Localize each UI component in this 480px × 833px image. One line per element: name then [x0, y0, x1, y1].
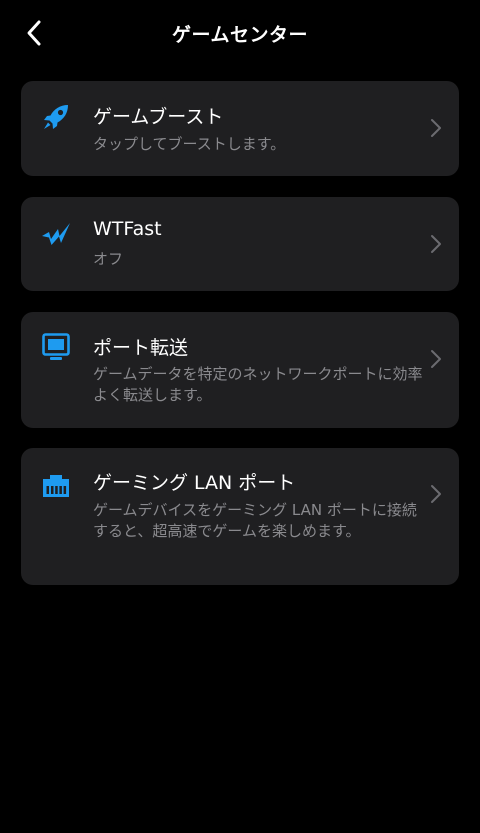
wtfast-icon: [41, 218, 71, 248]
card-description: タップしてブーストします。: [93, 135, 286, 153]
port-forwarding-card[interactable]: ポート転送 ゲームデータを特定のネットワークポートに効率よく転送します。: [21, 312, 459, 428]
monitor-icon: [41, 332, 71, 362]
gaming-lan-port-card[interactable]: ゲーミング LAN ポート ゲームデバイスをゲーミング LAN ポートに接続する…: [21, 448, 459, 585]
game-boost-card[interactable]: ゲームブースト タップしてブーストします。: [21, 81, 459, 176]
page-title: ゲームセンター: [172, 24, 308, 46]
chevron-right-icon: [427, 347, 445, 371]
card-title: ポート転送: [93, 337, 189, 359]
card-title: ゲーミング LAN ポート: [93, 472, 296, 494]
lan-port-icon: [41, 470, 71, 500]
chevron-right-icon: [427, 232, 445, 256]
card-description: ゲームデバイスをゲーミング LAN ポートに接続すると、超高速でゲームを楽しめま…: [93, 501, 417, 540]
card-description: ゲームデータを特定のネットワークポートに効率よく転送します。: [93, 365, 423, 404]
chevron-right-icon: [427, 116, 445, 140]
wtfast-card[interactable]: WTFast オフ: [21, 197, 459, 291]
header-bar: ゲームセンター: [0, 0, 480, 66]
card-title: WTFast: [93, 218, 162, 240]
card-status: オフ: [93, 250, 124, 268]
rocket-icon: [41, 102, 71, 132]
card-title: ゲームブースト: [93, 106, 224, 128]
chevron-right-icon: [427, 482, 445, 506]
